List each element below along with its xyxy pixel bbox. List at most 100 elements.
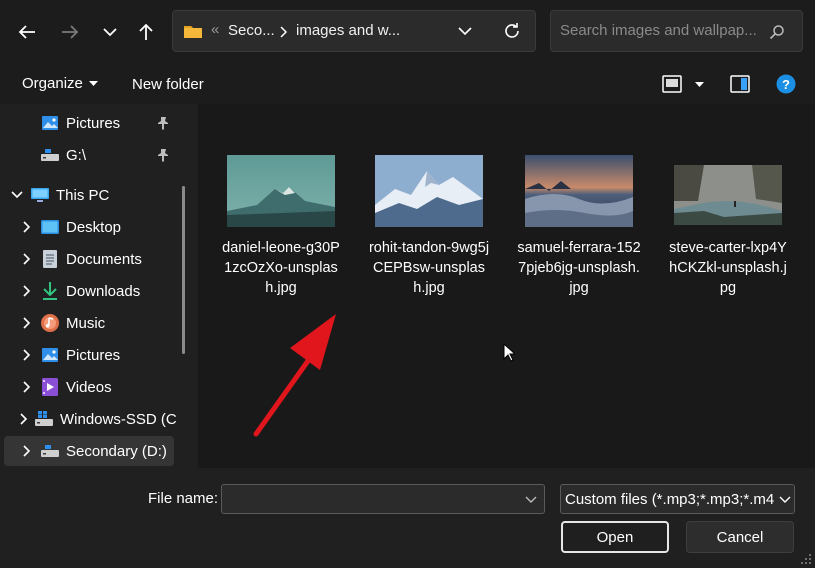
file-name[interactable]: daniel-leone-g30P1zcOzXo-unsplash.jpg [219,238,343,298]
file-type-filter[interactable]: Custom files (*.mp3;*.mp3;*.m4a [560,484,795,514]
chevron-down-icon [779,496,790,503]
music-icon [40,313,60,333]
new-folder-button[interactable]: New folder [132,76,204,93]
organize-label: Organize [22,75,83,92]
breadcrumb-overflow[interactable]: « [211,21,219,38]
chevron-right-icon[interactable] [20,445,34,457]
back-arrow-icon [18,25,35,39]
sidebar-item-label: Secondary (D:) [66,442,167,460]
windows-drive-icon [34,409,54,429]
address-dropdown-button[interactable] [453,21,477,41]
forward-button[interactable] [57,18,83,46]
more-views-button[interactable] [690,74,708,94]
svg-text:?: ? [782,77,790,92]
sidebar-item-pictures-quick-access[interactable]: Pictures [4,108,174,138]
view-icon [662,75,682,93]
annotation-arrow-icon [253,314,336,437]
cancel-button[interactable]: Cancel [686,521,794,553]
navigation-bar: « Seco... images and w... Search images … [0,0,815,64]
sidebar-item-label: G:\ [66,146,87,164]
dropdown-caret-icon [88,81,98,86]
pictures-icon [40,345,60,365]
search-placeholder[interactable]: Search images and wallpap... [560,22,757,39]
sidebar-item-music[interactable]: Music [4,308,174,338]
forward-arrow-icon [62,25,79,39]
pin-icon[interactable] [156,148,170,162]
file-list: daniel-leone-g30P1zcOzXo-unsplash.jpg ro… [198,104,815,468]
sidebar-item-g-drive[interactable]: G:\ [4,140,174,170]
chevron-right-icon[interactable] [20,285,34,297]
folder-icon [183,23,203,39]
file-name[interactable]: samuel-ferrara-1527pjeb6jg-unsplash.jpg [517,238,641,298]
file-thumbnail[interactable] [375,155,483,227]
drive-icon [40,145,60,165]
sidebar-item-secondary-d[interactable]: Secondary (D:) [4,436,174,466]
chevron-right-icon[interactable] [20,253,34,265]
pin-icon[interactable] [156,116,170,130]
chevron-right-icon[interactable] [20,221,34,233]
breadcrumb-item-secondary[interactable]: Seco... [228,22,275,39]
pictures-icon [40,113,60,133]
sidebar-item-desktop[interactable]: Desktop [4,212,174,242]
search-box[interactable]: Search images and wallpap... [550,10,803,52]
refresh-button[interactable] [499,19,525,43]
downloads-icon [40,281,60,301]
file-name-label: File name: [148,490,219,507]
help-icon: ? [776,74,796,94]
up-button[interactable] [133,18,159,46]
file-thumbnail[interactable] [227,155,335,227]
chevron-down-icon [458,26,472,35]
sidebar-item-this-pc[interactable]: This PC [0,180,170,210]
file-name[interactable]: steve-carter-lxp4YhCKZkl-unsplash.jpg [666,238,790,298]
sidebar-scrollbar[interactable] [182,186,185,354]
change-view-button[interactable] [660,73,684,95]
help-button[interactable]: ? [775,73,797,95]
sidebar-item-label: Downloads [66,282,141,300]
sidebar-item-label: Pictures [66,114,121,132]
chevron-right-icon[interactable] [20,349,34,361]
preview-pane-icon [730,75,750,93]
mouse-cursor-icon [503,343,515,362]
refresh-icon [505,23,519,38]
chevron-right-icon[interactable] [20,317,34,329]
address-bar[interactable]: « Seco... images and w... [172,10,536,52]
desktop-icon [40,217,60,237]
search-icon[interactable] [769,24,785,40]
up-arrow-icon [139,23,153,40]
sidebar-item-label: This PC [56,186,110,204]
back-button[interactable] [14,18,40,46]
recent-locations-button[interactable] [98,18,122,46]
sidebar-item-label: Music [66,314,106,332]
sidebar-item-pictures[interactable]: Pictures [4,340,174,370]
file-name[interactable]: rohit-tandon-9wg5jCEPBsw-unsplash.jpg [367,238,491,298]
file-type-dropdown-button[interactable] [774,485,794,513]
sidebar-item-label: Videos [66,378,112,396]
chevron-right-icon[interactable] [20,381,34,393]
breadcrumb-separator-icon [280,26,288,38]
navigation-pane: Pictures G:\ This PC Desktop Documents D… [0,104,198,468]
dropdown-caret-icon [694,81,704,87]
sidebar-item-videos[interactable]: Videos [4,372,174,402]
sidebar-item-label: Windows-SSD (C [60,410,177,428]
file-name-field[interactable] [221,484,545,514]
file-thumbnail[interactable] [674,165,782,225]
sidebar-item-documents[interactable]: Documents [4,244,174,274]
sidebar-item-windows-ssd[interactable]: Windows-SSD (C [4,404,177,434]
chevron-right-icon[interactable] [20,413,28,425]
chevron-down-icon[interactable] [10,191,24,199]
preview-pane-button[interactable] [728,73,752,95]
breadcrumb-item-current[interactable]: images and w... [296,22,400,39]
sidebar-item-downloads[interactable]: Downloads [4,276,174,306]
sidebar-item-label: Documents [66,250,142,268]
open-button[interactable]: Open [561,521,669,553]
file-name-dropdown-button[interactable] [524,493,538,505]
organize-button[interactable]: Organize [22,75,98,92]
documents-icon [40,249,60,269]
videos-icon [40,377,60,397]
chevron-down-icon [525,496,537,503]
file-thumbnail[interactable] [525,155,633,227]
resize-grip-icon[interactable] [800,553,812,565]
chevron-down-icon [103,27,117,36]
file-type-value[interactable]: Custom files (*.mp3;*.mp3;*.m4a [565,491,783,508]
drive-icon [40,441,60,461]
